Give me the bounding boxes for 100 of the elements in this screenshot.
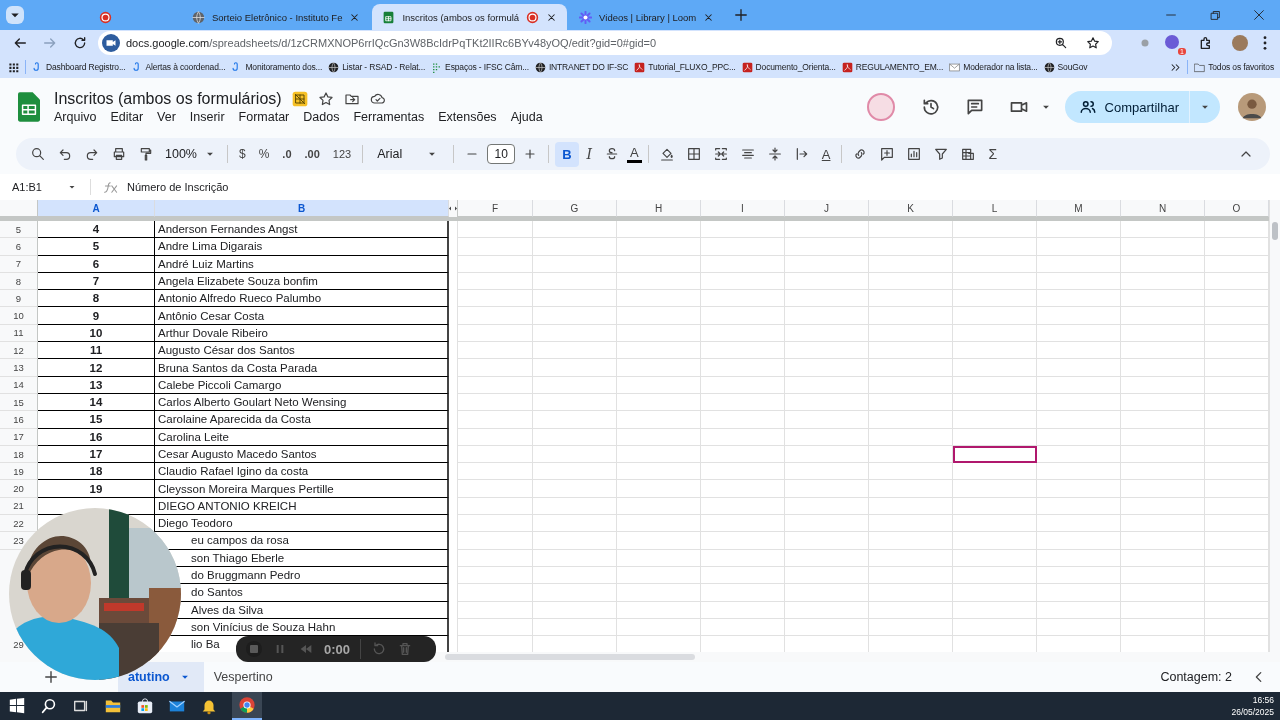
percent-button[interactable]: % — [253, 144, 275, 164]
move-folder-icon[interactable] — [343, 91, 360, 107]
row-number[interactable]: 10 — [13, 310, 24, 322]
menu-item[interactable]: Extensões — [438, 110, 497, 124]
row-number[interactable]: 12 — [13, 344, 24, 356]
menu-item[interactable]: Ajuda — [510, 110, 543, 124]
account-avatar[interactable] — [1238, 93, 1266, 121]
scrollbar-thumb[interactable] — [445, 654, 695, 660]
bookmark[interactable]: Documento_Orienta... — [741, 61, 836, 73]
row-number[interactable]: 7 — [15, 258, 22, 270]
chrome-taskbar-icon[interactable] — [232, 692, 262, 720]
fill-color-icon[interactable] — [658, 146, 675, 162]
search-icon[interactable] — [30, 146, 46, 162]
taskbar-date[interactable]: 26/05/2025 — [1231, 706, 1274, 718]
browser-tab[interactable]: Sorteio Eletrônico - Instituto Fe — [182, 4, 371, 30]
browser-tab[interactable]: Videos | Library | Loom — [569, 4, 725, 30]
star-icon[interactable] — [317, 91, 334, 107]
hidden-columns-icon[interactable] — [449, 205, 457, 212]
sheets-logo-icon[interactable] — [18, 92, 40, 122]
store-icon[interactable] — [136, 697, 154, 715]
row-number[interactable]: 17 — [13, 431, 24, 443]
windows-start-icon[interactable] — [8, 697, 26, 715]
menu-item[interactable]: Formatar — [238, 110, 290, 124]
menu-item[interactable]: Dados — [303, 110, 340, 124]
sheet-tab[interactable]: Vespertino — [203, 662, 285, 692]
functions-button[interactable]: Σ — [983, 143, 1003, 165]
row-number[interactable]: 5 — [15, 223, 22, 235]
sheet-tab[interactable]: atutino — [118, 662, 204, 692]
address-field[interactable]: docs.google.com/spreadsheets/d/1zCRMXNOP6rrIQcGn3W8BcIdrPqTKt2IIRc6BYv48yOQ/edit?gid=0#gid=0 — [98, 31, 1112, 55]
chart-icon[interactable] — [906, 146, 923, 162]
close-icon[interactable] — [703, 11, 715, 23]
bold-button[interactable]: B — [555, 141, 579, 167]
apps-icon[interactable] — [8, 61, 19, 73]
menu-item[interactable]: Ver — [157, 110, 176, 124]
align-icon[interactable] — [739, 146, 756, 162]
row-number[interactable]: 14 — [13, 379, 24, 391]
bookmark[interactable]: Listar - RSAD - Relat... — [328, 61, 426, 73]
text-color-button[interactable]: A — [627, 145, 642, 163]
back-icon[interactable] — [12, 35, 28, 51]
cloud-check-icon[interactable] — [369, 91, 386, 107]
row-number[interactable]: 15 — [13, 396, 24, 408]
menu-item[interactable]: Editar — [110, 110, 144, 124]
new-tab-icon[interactable] — [734, 8, 749, 22]
increase-decimals-button[interactable]: .00 — [299, 145, 325, 163]
restore-icon[interactable] — [1208, 8, 1222, 22]
add-sheet-icon[interactable] — [44, 670, 58, 684]
paint-format-icon[interactable] — [138, 146, 154, 162]
zoom-dropdown[interactable]: 100% — [161, 147, 221, 161]
name-box[interactable]: A1:B1 — [12, 181, 58, 193]
font-dropdown[interactable]: Arial — [369, 147, 448, 161]
row-number[interactable]: 9 — [15, 292, 22, 304]
row-number[interactable]: 29 — [13, 638, 24, 650]
row-number[interactable]: 21 — [13, 500, 24, 512]
print-icon[interactable] — [111, 146, 127, 162]
table-icon[interactable] — [960, 146, 977, 162]
browser-tab[interactable]: Inscritos (ambos os formulá — [372, 4, 568, 30]
filter-icon[interactable] — [933, 146, 950, 162]
bookmark[interactable]: Espaços - IFSC Câm... — [431, 61, 529, 73]
bookmarks-folder[interactable]: Todos os favoritos — [1194, 61, 1274, 73]
scrollbar[interactable] — [1269, 200, 1280, 652]
zoom-in-icon[interactable] — [1054, 36, 1068, 50]
star-icon[interactable] — [1086, 36, 1100, 50]
stop-icon[interactable] — [246, 641, 262, 657]
number-format-button[interactable]: 123 — [327, 145, 357, 163]
column-header[interactable]: A — [38, 200, 155, 217]
row-number[interactable]: 22 — [13, 517, 24, 529]
menu-item[interactable]: Arquivo — [54, 110, 97, 124]
row-number[interactable]: 23 — [13, 535, 24, 546]
currency-button[interactable]: $ — [234, 144, 251, 164]
row-number[interactable]: 8 — [15, 275, 22, 287]
row-number[interactable]: 18 — [13, 448, 24, 460]
reload-icon[interactable] — [72, 35, 88, 51]
menu-icon[interactable] — [1262, 35, 1268, 51]
close-icon[interactable] — [349, 11, 361, 23]
menu-item[interactable]: Ferramentas — [353, 110, 425, 124]
video-camera-icon[interactable] — [102, 34, 120, 52]
bookmark[interactable]: Moderador na lista... — [949, 61, 1038, 73]
borders-icon[interactable] — [685, 146, 702, 162]
document-title[interactable]: Inscritos (ambos os formulários) — [54, 90, 282, 108]
row-number[interactable]: 13 — [13, 362, 24, 373]
bookmark[interactable]: INTRANET DO IF-SC — [534, 61, 629, 73]
close-icon[interactable] — [546, 11, 558, 23]
bookmark[interactable]: SouGov — [1043, 61, 1088, 73]
scrollbar-thumb[interactable] — [1272, 222, 1278, 240]
vertical-align-icon[interactable] — [766, 146, 783, 162]
search-icon[interactable] — [40, 697, 58, 715]
merge-icon[interactable] — [712, 146, 729, 162]
row-number[interactable]: 20 — [13, 483, 24, 495]
menu-item[interactable]: Inserir — [189, 110, 225, 124]
row-number[interactable]: 19 — [13, 465, 24, 477]
status-count[interactable]: Contagem: 2 — [1160, 670, 1232, 684]
formula-field[interactable]: Número de Inscrição — [127, 181, 229, 193]
row-number[interactable]: 6 — [15, 240, 22, 252]
row-number[interactable]: 16 — [13, 413, 24, 425]
bookmark[interactable]: Tutorial_FLUXO_PPC... — [634, 61, 736, 73]
taskbar-time[interactable]: 16:56 — [1252, 694, 1274, 706]
bookmark[interactable]: REGULAMENTO_EM... — [841, 61, 944, 73]
profile-avatar[interactable] — [1232, 35, 1248, 51]
row-number[interactable]: 11 — [13, 327, 24, 339]
hidden-gridlines-icon[interactable] — [291, 91, 308, 107]
